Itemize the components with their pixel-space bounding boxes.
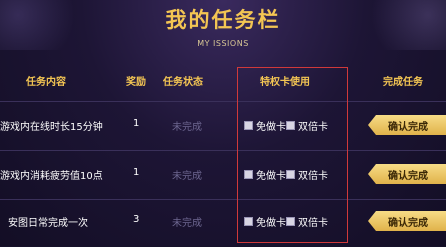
task-text: 游戏内在线时长15分钟 [0,122,103,133]
free-card-checkbox[interactable] [244,170,253,179]
status-text: 未完成 [172,218,202,229]
free-card-option[interactable]: 免做卡 [244,214,286,229]
page-title: 我的任务栏 [165,8,281,32]
free-card-option[interactable]: 免做卡 [244,118,286,133]
column-header-status: 任务状态 [163,77,203,88]
confirm-complete-button[interactable]: 确认完成 [368,164,446,184]
table-row: 游戏内在线时长15分钟 1 未完成 免做卡 双倍卡 确认完成 [0,103,446,149]
double-card-label: 双倍卡 [298,218,328,229]
task-page: 我的任务栏 MY ISSIONS 任务内容 奖励 任务状态 特权卡使用 完成任务… [0,0,446,246]
status-text: 未完成 [172,171,202,182]
free-card-label: 免做卡 [256,122,286,133]
task-text: 游戏内消耗疲劳值10点 [0,171,103,182]
free-card-checkbox[interactable] [244,217,253,226]
table-row: 游戏内消耗疲劳值10点 1 未完成 免做卡 双倍卡 确认完成 [0,152,446,198]
divider [0,150,446,151]
double-card-label: 双倍卡 [298,171,328,182]
confirm-complete-button[interactable]: 确认完成 [368,115,446,135]
status-text: 未完成 [172,122,202,133]
reward-value: 3 [133,214,140,225]
free-card-label: 免做卡 [256,218,286,229]
task-text: 安图日常完成一次 [8,218,88,229]
double-card-checkbox[interactable] [286,217,295,226]
double-card-checkbox[interactable] [286,170,295,179]
divider [0,101,446,102]
divider [0,199,446,200]
reward-value: 1 [133,167,140,178]
column-header-complete: 完成任务 [383,77,423,88]
double-card-checkbox[interactable] [286,121,295,130]
double-card-option[interactable]: 双倍卡 [286,167,328,182]
page-subtitle: MY ISSIONS [197,39,249,48]
free-card-option[interactable]: 免做卡 [244,167,286,182]
double-card-label: 双倍卡 [298,122,328,133]
reward-value: 1 [133,118,140,129]
free-card-checkbox[interactable] [244,121,253,130]
table-row: 安图日常完成一次 3 未完成 免做卡 双倍卡 确认完成 [0,201,446,247]
column-header-reward: 奖励 [126,77,146,88]
double-card-option[interactable]: 双倍卡 [286,214,328,229]
confirm-complete-button[interactable]: 确认完成 [368,211,446,231]
column-header-task: 任务内容 [26,77,66,88]
column-header-card: 特权卡使用 [260,77,310,88]
free-card-label: 免做卡 [256,171,286,182]
table-header: 任务内容 奖励 任务状态 特权卡使用 完成任务 [0,63,446,97]
double-card-option[interactable]: 双倍卡 [286,118,328,133]
